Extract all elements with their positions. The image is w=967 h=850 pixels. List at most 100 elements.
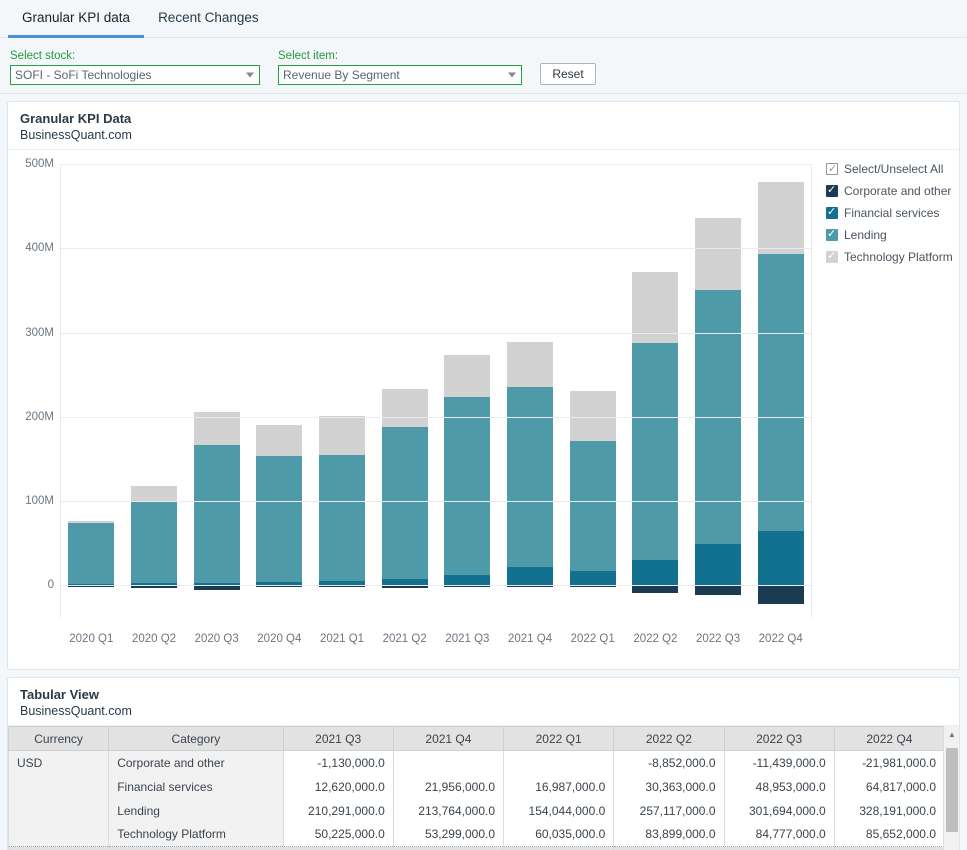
bar-group[interactable]: [624, 164, 687, 619]
table-cell-currency: USD: [8, 750, 110, 775]
bar-segment[interactable]: [131, 502, 177, 584]
legend-item-lending[interactable]: ✓ Lending: [826, 224, 967, 246]
bar-segment[interactable]: [444, 574, 491, 586]
bar-group[interactable]: [123, 164, 186, 619]
bar-group[interactable]: [687, 164, 750, 619]
chevron-down-icon: [508, 72, 516, 78]
bar-segment[interactable]: [757, 585, 804, 604]
bar-segment[interactable]: [757, 530, 804, 586]
chevron-down-icon: [246, 72, 254, 78]
table-cell-value: 64,817,000.0: [833, 774, 946, 799]
table-cell-currency: [8, 774, 110, 799]
table-total-row: USD 272,006,000.0289,019,000.0231,066,000…: [8, 846, 946, 850]
bar-group[interactable]: [185, 164, 248, 619]
bar-stack: [68, 164, 115, 619]
tab-recent-changes[interactable]: Recent Changes: [144, 0, 273, 38]
table-column-header[interactable]: Currency: [8, 726, 110, 751]
table-column-header[interactable]: 2022 Q1: [503, 726, 615, 751]
table-cell-total-value: 272,006,000.0: [282, 846, 394, 850]
bar-segment[interactable]: [131, 486, 177, 503]
bar-group[interactable]: [248, 164, 311, 619]
stock-select[interactable]: SOFI - SoFi Technologies: [10, 65, 260, 85]
scroll-up-arrow-icon[interactable]: ▲: [944, 726, 959, 742]
x-axis-tick-label: 2021 Q2: [382, 633, 427, 645]
bar-group[interactable]: [373, 164, 436, 619]
table-cell-category: Corporate and other: [108, 750, 284, 775]
bar-segment[interactable]: [319, 415, 366, 455]
y-axis-tick-label: 0: [47, 579, 54, 592]
legend-item-financial-services[interactable]: ✓ Financial services: [826, 202, 967, 224]
table-cell-category: [108, 846, 284, 850]
bar-segment[interactable]: [381, 389, 428, 428]
bar-segment[interactable]: [757, 181, 804, 255]
x-axis-tick-label: 2022 Q2: [633, 633, 678, 645]
scrollbar-thumb[interactable]: [946, 748, 958, 832]
table-cell-value: 301,694,000.0: [723, 798, 835, 823]
table-column-header[interactable]: 2022 Q3: [723, 726, 835, 751]
bar-segment[interactable]: [256, 424, 303, 456]
bar-segment[interactable]: [569, 441, 616, 571]
bar-stack: [632, 164, 679, 619]
bar-segment[interactable]: [444, 397, 491, 575]
table-column-header[interactable]: 2021 Q4: [392, 726, 505, 751]
tab-granular-kpi-data[interactable]: Granular KPI data: [8, 0, 145, 38]
bar-segment[interactable]: [507, 341, 554, 387]
stock-selector-group: Select stock: SOFI - SoFi Technologies: [10, 49, 260, 85]
bar-segment[interactable]: [632, 343, 679, 560]
bar-segment[interactable]: [444, 355, 491, 398]
bar-segment[interactable]: [695, 218, 742, 290]
table-column-header[interactable]: 2021 Q3: [282, 726, 394, 751]
bar-group[interactable]: [561, 164, 624, 619]
item-selector-group: Select item: Revenue By Segment: [278, 49, 522, 85]
bar-segment[interactable]: [193, 445, 240, 583]
table-column-header[interactable]: 2022 Q2: [613, 726, 725, 751]
bar-segment[interactable]: [256, 455, 303, 583]
bar-stack: [256, 164, 303, 619]
bar-segment[interactable]: [695, 585, 742, 595]
table-subtitle: BusinessQuant.com: [20, 704, 132, 718]
legend-item-corporate-and-other[interactable]: ✓ Corporate and other: [826, 180, 967, 202]
table-cell-value: 213,764,000.0: [392, 798, 505, 823]
bar-group[interactable]: [60, 164, 123, 619]
bar-segment[interactable]: [381, 427, 428, 579]
table-vertical-scrollbar[interactable]: ▲ ▼: [943, 726, 959, 850]
bar-group[interactable]: [499, 164, 562, 619]
x-axis-tick-label: 2022 Q4: [758, 633, 803, 645]
chart-panel-header: Granular KPI Data BusinessQuant.com: [8, 102, 959, 149]
table-column-header[interactable]: 2022 Q4: [833, 726, 946, 751]
bar-stack: [131, 164, 177, 619]
bar-segment[interactable]: [632, 559, 679, 586]
bar-group[interactable]: [311, 164, 374, 619]
bar-segment[interactable]: [319, 454, 366, 582]
table-cell-value: -8,852,000.0: [613, 750, 725, 775]
table-column-header[interactable]: Category: [108, 726, 284, 751]
table-row: Technology Platform 50,225,000.0 53,299,00…: [8, 822, 946, 847]
x-axis-tick-label: 2021 Q1: [319, 633, 365, 645]
bar-group[interactable]: [436, 164, 499, 619]
tab-label: Recent Changes: [158, 10, 259, 25]
x-axis-tick-label: 2021 Q4: [507, 633, 553, 645]
x-axis-labels: 2020 Q1 2020 Q2 2020 Q3 2020 Q4 2021 Q1 2021 …: [60, 633, 812, 645]
table-cell-currency: [8, 822, 110, 847]
bar-segment[interactable]: [632, 585, 679, 593]
bar-segment[interactable]: [68, 522, 115, 584]
bar-segment[interactable]: [507, 386, 554, 567]
legend-item-technology-platform[interactable]: ✓ Technology Platform: [826, 246, 967, 268]
bar-segment[interactable]: [757, 254, 804, 531]
bar-segment[interactable]: [507, 566, 554, 586]
bar-group[interactable]: [749, 164, 812, 619]
table-cell-value: 328,191,000.0: [833, 798, 946, 823]
table-body: USD Corporate and other -1,130,000.0 -8,852…: [8, 750, 946, 850]
bar-segment[interactable]: [695, 544, 742, 586]
y-axis-tick-label: 200M: [25, 410, 54, 423]
table-cell-category: Lending: [108, 798, 284, 823]
table-panel-header: Tabular View BusinessQuant.com: [8, 678, 959, 725]
legend-select-all[interactable]: ✓ Select/Unselect All: [826, 158, 967, 180]
item-select[interactable]: Revenue By Segment: [278, 65, 522, 85]
bar-segment[interactable]: [569, 570, 616, 586]
reset-button[interactable]: Reset: [540, 63, 596, 85]
chart-subtitle: BusinessQuant.com: [20, 128, 132, 142]
bar-segment[interactable]: [68, 521, 115, 523]
y-axis-tick-label: 400M: [25, 242, 54, 255]
table-cell-value: 21,956,000.0: [392, 774, 505, 799]
